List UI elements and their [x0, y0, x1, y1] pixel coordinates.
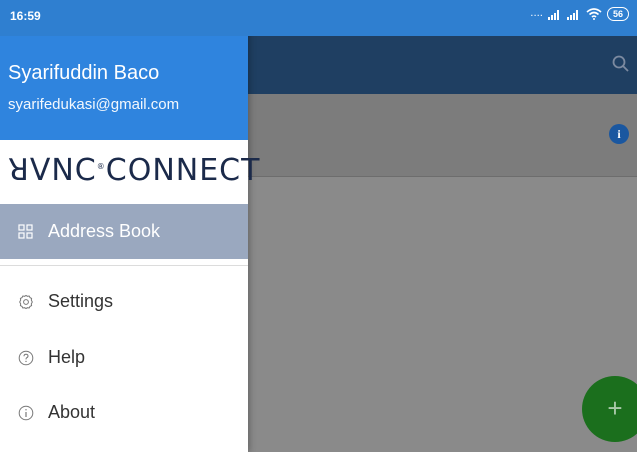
drawer-item-label: About — [48, 402, 96, 422]
status-time: 16:59 — [10, 9, 41, 23]
drawer-item-label: Settings — [48, 291, 114, 311]
info-icon — [18, 405, 34, 421]
gear-icon — [18, 294, 34, 310]
user-email: syarifedukasi@gmail.com — [8, 96, 180, 113]
navigation-drawer: Syarifuddin Baco syarifedukasi@gmail.com… — [0, 0, 259, 452]
signal-dots: .... — [530, 8, 543, 19]
rvnc-connect-logo: ꓤVNC®CONNECT — [8, 148, 260, 192]
drawer-header: Syarifuddin Baco syarifedukasi@gmail.com — [0, 36, 248, 140]
logo-wordmark: ꓤVNC®CONNECT — [8, 152, 261, 188]
drawer-item-settings[interactable]: Settings — [0, 274, 248, 329]
drawer-divider — [0, 265, 248, 266]
help-icon — [18, 350, 34, 366]
drawer-item-help[interactable]: Help — [0, 330, 248, 385]
drawer-item-label: Help — [48, 347, 86, 367]
user-name: Syarifuddin Baco — [8, 62, 160, 84]
drawer-item-address-book[interactable]: Address Book — [0, 204, 248, 259]
status-bar: 16:59 .... 56 — [0, 0, 637, 36]
search-icon[interactable] — [611, 54, 631, 74]
signal-icon-2 — [566, 10, 578, 20]
signal-icon — [547, 10, 559, 20]
info-icon[interactable]: i — [609, 124, 629, 144]
drawer-item-about[interactable]: About — [0, 385, 248, 440]
grid-icon — [18, 223, 34, 240]
drawer-item-label: Address Book — [48, 221, 161, 241]
battery-indicator: 56 — [606, 7, 629, 21]
wifi-icon — [586, 8, 602, 20]
status-icons: .... 56 — [530, 7, 629, 21]
